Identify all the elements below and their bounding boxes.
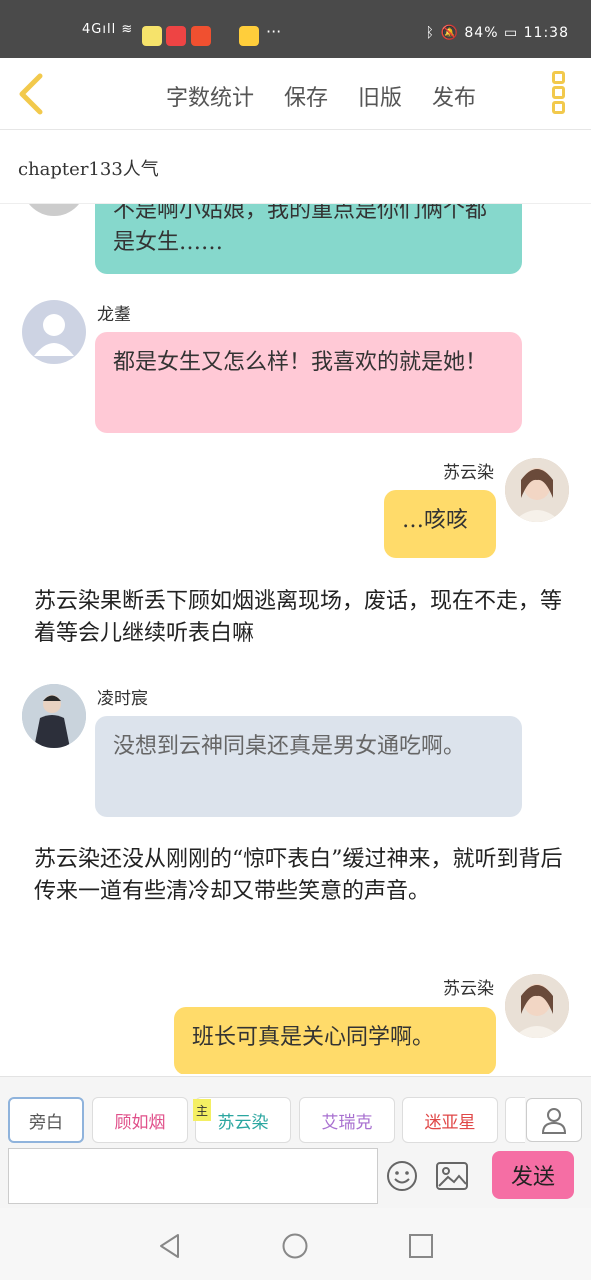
narration-text[interactable]: 苏云染还没从刚刚的“惊吓表白”缓过神来，就听到背后传来一道有些清冷却又带些笑意的… xyxy=(34,844,564,908)
chevron-left-icon xyxy=(19,73,43,115)
triangle-back-icon xyxy=(160,1234,179,1258)
message-text: 没想到云神同桌还真是男女通吃啊。 xyxy=(113,734,466,759)
more-notifications-icon: ··· xyxy=(266,22,282,41)
battery-icon: ▭ xyxy=(503,25,519,41)
network-type: 4G xyxy=(82,22,103,37)
avatar[interactable] xyxy=(505,458,569,522)
role-gu-ruyan[interactable]: 顾如烟 xyxy=(92,1097,188,1143)
status-right: ᛒ 🔕 84% ▭ 11:38 xyxy=(426,25,569,41)
message-text: …咳咳 xyxy=(402,508,469,533)
back-button[interactable] xyxy=(14,72,50,116)
speaker-name: 龙耋 xyxy=(97,305,131,325)
more-vertical-icon[interactable] xyxy=(548,71,568,119)
app-notification-icon xyxy=(166,26,186,46)
main-role-badge: 主 xyxy=(193,1099,211,1121)
system-nav-bar xyxy=(0,1208,591,1280)
role-eric[interactable]: 艾瑞克 xyxy=(299,1097,395,1143)
nav-home-button[interactable] xyxy=(281,1232,309,1260)
circle-home-icon xyxy=(282,1233,308,1259)
toolbar-actions: 字数统计 保存 旧版 发布 xyxy=(166,80,476,112)
top-toolbar: 字数统计 保存 旧版 发布 xyxy=(0,58,591,130)
app-notification-icon xyxy=(239,26,259,46)
role-label: 顾如烟 xyxy=(114,1112,166,1133)
role-label: 迷亚星 xyxy=(424,1112,476,1133)
emoji-button[interactable] xyxy=(386,1160,418,1192)
avatar[interactable] xyxy=(22,300,86,364)
role-narration[interactable]: 旁白 xyxy=(8,1097,84,1143)
send-button[interactable]: 发送 xyxy=(492,1151,574,1199)
user-photo-icon xyxy=(505,458,569,522)
user-photo-icon xyxy=(22,684,86,748)
avatar[interactable] xyxy=(22,204,86,216)
smiley-icon xyxy=(387,1161,417,1191)
role-partial[interactable] xyxy=(505,1097,525,1143)
app-notification-icon xyxy=(142,26,162,46)
role-label: 旁白 xyxy=(29,1112,63,1133)
image-button[interactable] xyxy=(436,1162,468,1190)
save-button[interactable]: 保存 xyxy=(284,80,328,112)
battery-percent: 84% xyxy=(464,25,499,41)
publish-button[interactable]: 发布 xyxy=(432,80,476,112)
avatar[interactable] xyxy=(505,974,569,1038)
message-text: 不是啊小姑娘，我的重点是你们俩个都是女生…… xyxy=(113,204,488,255)
chat-area[interactable]: 不是啊小姑娘，我的重点是你们俩个都是女生…… 龙耋 都是女生又怎么样！我喜欢的就… xyxy=(0,204,591,1074)
person-icon xyxy=(541,1108,567,1134)
message-input[interactable] xyxy=(8,1148,378,1204)
square-recents-icon xyxy=(409,1234,433,1258)
nav-recents-button[interactable] xyxy=(407,1232,435,1260)
user-photo-icon xyxy=(505,974,569,1038)
message-bubble[interactable]: …咳咳 xyxy=(384,490,496,558)
message-text: 都是女生又怎么样！我喜欢的就是她！ xyxy=(113,350,488,375)
image-icon xyxy=(436,1162,468,1190)
message-bubble[interactable]: 没想到云神同桌还真是男女通吃啊。 xyxy=(95,716,522,817)
old-version-button[interactable]: 旧版 xyxy=(358,80,402,112)
character-manage-button[interactable] xyxy=(526,1098,582,1142)
message-bubble[interactable]: 都是女生又怎么样！我喜欢的就是她！ xyxy=(95,332,522,433)
avatar[interactable] xyxy=(22,684,86,748)
status-bar: 4Gıll ≋ ··· ᛒ 🔕 84% ▭ 11:38 xyxy=(0,0,591,58)
role-selector-bar xyxy=(0,1076,591,1146)
role-label: 艾瑞克 xyxy=(321,1112,373,1133)
clock: 11:38 xyxy=(523,25,569,41)
signal-indicator: 4Gıll ≋ xyxy=(82,22,134,37)
bluetooth-icon: ᛒ xyxy=(425,25,436,41)
role-mi-yaxing[interactable]: 迷亚星 xyxy=(402,1097,498,1143)
mute-icon: 🔕 xyxy=(440,25,459,41)
role-label: 苏云染 xyxy=(217,1112,269,1133)
default-avatar-icon xyxy=(34,314,74,356)
speaker-name: 苏云染 xyxy=(443,979,494,999)
app-notification-icon xyxy=(191,26,211,46)
narration-text[interactable]: 苏云染果断丢下顾如烟逃离现场，废话，现在不走，等着等会儿继续听表白嘛 xyxy=(34,586,564,650)
message-bubble[interactable]: 班长可真是关心同学啊。 xyxy=(174,1007,496,1074)
speaker-name: 苏云染 xyxy=(443,463,494,483)
message-bubble[interactable]: 不是啊小姑娘，我的重点是你们俩个都是女生…… xyxy=(95,204,522,274)
nav-back-button[interactable] xyxy=(156,1232,184,1260)
chapter-title[interactable]: chapter133人气 xyxy=(18,155,159,181)
message-text: 班长可真是关心同学啊。 xyxy=(192,1025,435,1050)
speaker-name: 凌时宸 xyxy=(97,689,148,709)
word-count-button[interactable]: 字数统计 xyxy=(166,80,254,112)
